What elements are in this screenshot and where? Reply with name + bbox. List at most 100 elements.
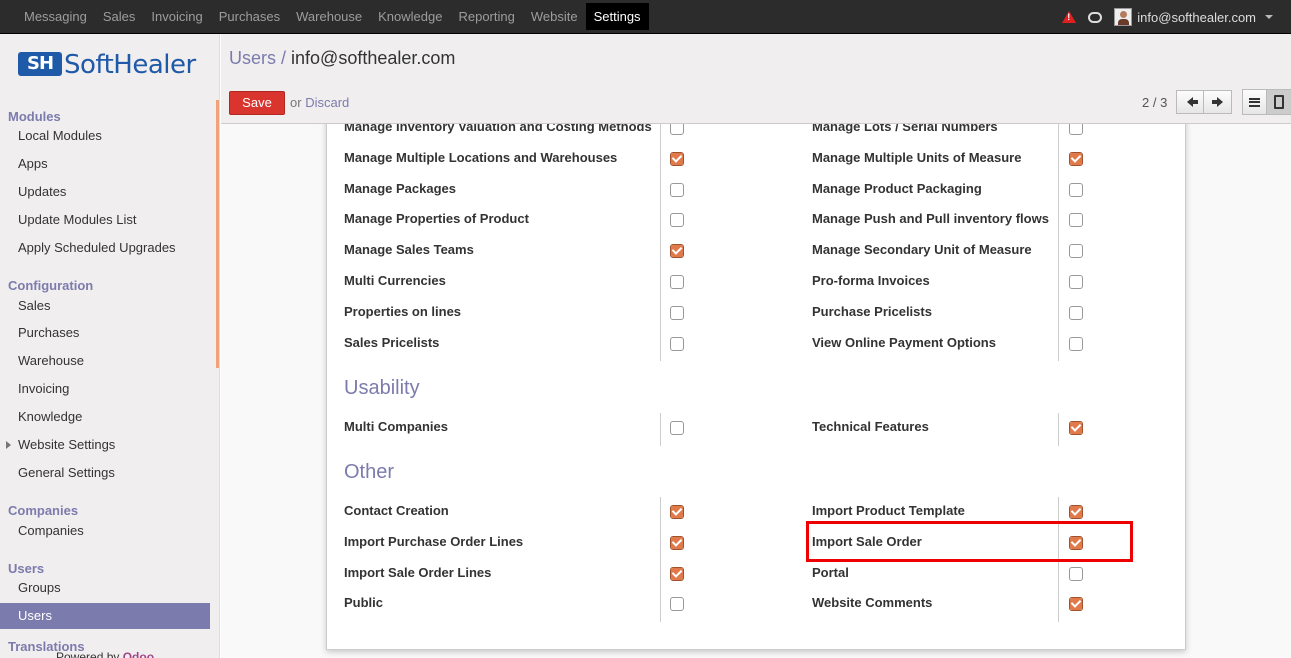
checkbox-multi-currencies[interactable] [670, 275, 684, 289]
menu-sales[interactable]: Sales [95, 0, 144, 34]
checkbox-manage-multiple-locations-and-warehouses[interactable] [670, 151, 684, 166]
column-divider [660, 497, 661, 623]
view-switcher [1242, 89, 1291, 115]
user-menu[interactable]: info@softhealer.com [1114, 8, 1273, 26]
checkbox-manage-secondary-unit-of-measure[interactable] [1069, 244, 1083, 259]
sidebar-item-apps[interactable]: Apps [0, 151, 210, 177]
column-divider [1058, 413, 1059, 446]
checkbox-public[interactable] [670, 597, 684, 612]
menu-website[interactable]: Website [523, 0, 586, 34]
checkbox-manage-lots-serial-numbers[interactable] [1069, 124, 1083, 135]
breadcrumb-users-link[interactable]: Users [229, 48, 276, 68]
sidebar-item-updates[interactable]: Updates [0, 179, 210, 205]
checkbox-portal[interactable] [1069, 566, 1083, 581]
sidebar-item-knowledge[interactable]: Knowledge [0, 404, 210, 430]
checkbox-pro-forma-invoices[interactable] [1069, 275, 1083, 289]
logo-mark: SH [18, 52, 62, 76]
or-text: or [290, 95, 302, 110]
column-divider [660, 124, 661, 362]
sidebar: SH SoftHealer Powered by Odoo Modules Loc… [0, 34, 220, 658]
sidebar-item-local-modules[interactable]: Local Modules [0, 123, 210, 149]
checkbox-properties-on-lines[interactable] [670, 305, 684, 320]
sidebar-item-apply-scheduled-upgrades[interactable]: Apply Scheduled Upgrades [0, 235, 210, 261]
sidebar-item-update-modules-list[interactable]: Update Modules List [0, 207, 210, 233]
checkbox-multi-companies[interactable] [670, 421, 684, 435]
checkbox-manage-push-and-pull-inventory-flows[interactable] [1069, 213, 1083, 228]
menu-purchases[interactable]: Purchases [211, 0, 288, 34]
sidebar-item-purchases[interactable]: Purchases [0, 320, 210, 346]
caret-down-icon [1265, 15, 1273, 19]
logo-text: SoftHealer [64, 50, 196, 80]
menu-knowledge[interactable]: Knowledge [370, 0, 450, 34]
label-technical-features: Technical Features [812, 419, 929, 434]
sidebar-scrollbar[interactable] [216, 100, 219, 368]
label-pro-forma-invoices: Pro-forma Invoices [812, 273, 930, 288]
checkbox-sales-pricelists[interactable] [670, 336, 684, 351]
checkbox-manage-product-packaging[interactable] [1069, 182, 1083, 197]
menu-warehouse[interactable]: Warehouse [288, 0, 370, 34]
checkbox-import-sale-order-lines[interactable] [670, 566, 684, 581]
label-manage-properties-of-product: Manage Properties of Product [344, 211, 529, 227]
pager-next-button[interactable] [1204, 90, 1232, 114]
chat-icon[interactable] [1088, 11, 1103, 23]
checkbox-purchase-pricelists[interactable] [1069, 305, 1083, 320]
label-manage-product-packaging: Manage Product Packaging [812, 180, 982, 196]
pager-value[interactable]: 2 / 3 [1142, 95, 1167, 110]
menu-settings[interactable]: Settings [585, 3, 649, 30]
checkbox-manage-properties-of-product[interactable] [670, 213, 684, 228]
sidebar-item-sales[interactable]: Sales [0, 293, 210, 319]
sidebar-section-users: Users [8, 561, 45, 576]
sidebar-item-users[interactable]: Users [0, 603, 210, 629]
user-email: info@softhealer.com [1137, 9, 1256, 25]
expand-arrow-icon[interactable] [6, 441, 11, 449]
sidebar-item-label: Sales [18, 298, 51, 313]
sidebar-item-label: Local Modules [18, 128, 102, 143]
sidebar-item-warehouse[interactable]: Warehouse [0, 348, 210, 374]
checkbox-import-purchase-order-lines[interactable] [670, 535, 684, 550]
checkbox-contact-creation[interactable] [670, 505, 684, 519]
checkbox-manage-packages[interactable] [670, 182, 684, 197]
arrow-left-icon [1187, 97, 1198, 107]
label-manage-inventory-valuation-and-costing-methods: Manage Inventory Valuation and Costing M… [344, 124, 652, 134]
sidebar-item-invoicing[interactable]: Invoicing [0, 376, 210, 402]
control-panel: Users / info@softhealer.com Save or Disc… [221, 34, 1291, 124]
sidebar-item-groups[interactable]: Groups [0, 575, 210, 601]
menu-invoicing[interactable]: Invoicing [143, 0, 210, 34]
form-view-button[interactable] [1267, 89, 1291, 115]
label-manage-multiple-locations-and-warehouses: Manage Multiple Locations and Warehouses [344, 149, 618, 165]
menu-reporting[interactable]: Reporting [450, 0, 522, 34]
label-multi-currencies: Multi Currencies [344, 273, 446, 288]
sidebar-item-label: Update Modules List [18, 212, 137, 227]
main-menu: Messaging Sales Invoicing Purchases Warehous… [16, 0, 649, 34]
list-view-button[interactable] [1242, 89, 1267, 115]
column-divider [1058, 124, 1059, 362]
label-multi-companies: Multi Companies [344, 419, 449, 434]
checkbox-manage-multiple-units-of-measure[interactable] [1069, 151, 1083, 166]
checkbox-technical-features[interactable] [1069, 421, 1083, 435]
form-sheet: Manage Inventory Valuation and Costing M… [326, 124, 1186, 650]
label-manage-lots-serial-numbers: Manage Lots / Serial Numbers [812, 124, 998, 134]
label-manage-packages: Manage Packages [344, 180, 457, 196]
discard-button[interactable]: Discard [305, 95, 349, 110]
sidebar-item-label: Website Settings [18, 437, 116, 452]
sidebar-item-general-settings[interactable]: General Settings [0, 460, 210, 486]
breadcrumb: Users / info@softhealer.com [229, 48, 455, 69]
label-public: Public [344, 595, 384, 611]
sidebar-item-website-settings[interactable]: Website Settings [0, 432, 210, 458]
save-button[interactable]: Save [229, 91, 285, 115]
checkbox-import-product-template[interactable] [1069, 505, 1083, 519]
checkbox-manage-inventory-valuation-and-costing-methods[interactable] [670, 124, 684, 135]
systray: info@softhealer.com [1062, 0, 1273, 34]
softhealer-logo[interactable]: SH SoftHealer [18, 50, 203, 82]
label-purchase-pricelists: Purchase Pricelists [812, 303, 932, 319]
sidebar-item-companies[interactable]: Companies [0, 518, 210, 544]
pager-previous-button[interactable] [1176, 90, 1204, 114]
menu-messaging[interactable]: Messaging [16, 0, 95, 34]
label-manage-sales-teams: Manage Sales Teams [344, 242, 474, 258]
label-manage-secondary-unit-of-measure: Manage Secondary Unit of Measure [812, 242, 1032, 258]
odoo-link[interactable]: Odoo [123, 650, 154, 658]
checkbox-website-comments[interactable] [1069, 597, 1083, 612]
checkbox-view-online-payment-options[interactable] [1069, 336, 1083, 351]
checkbox-manage-sales-teams[interactable] [670, 244, 684, 259]
warning-icon[interactable] [1062, 11, 1077, 23]
